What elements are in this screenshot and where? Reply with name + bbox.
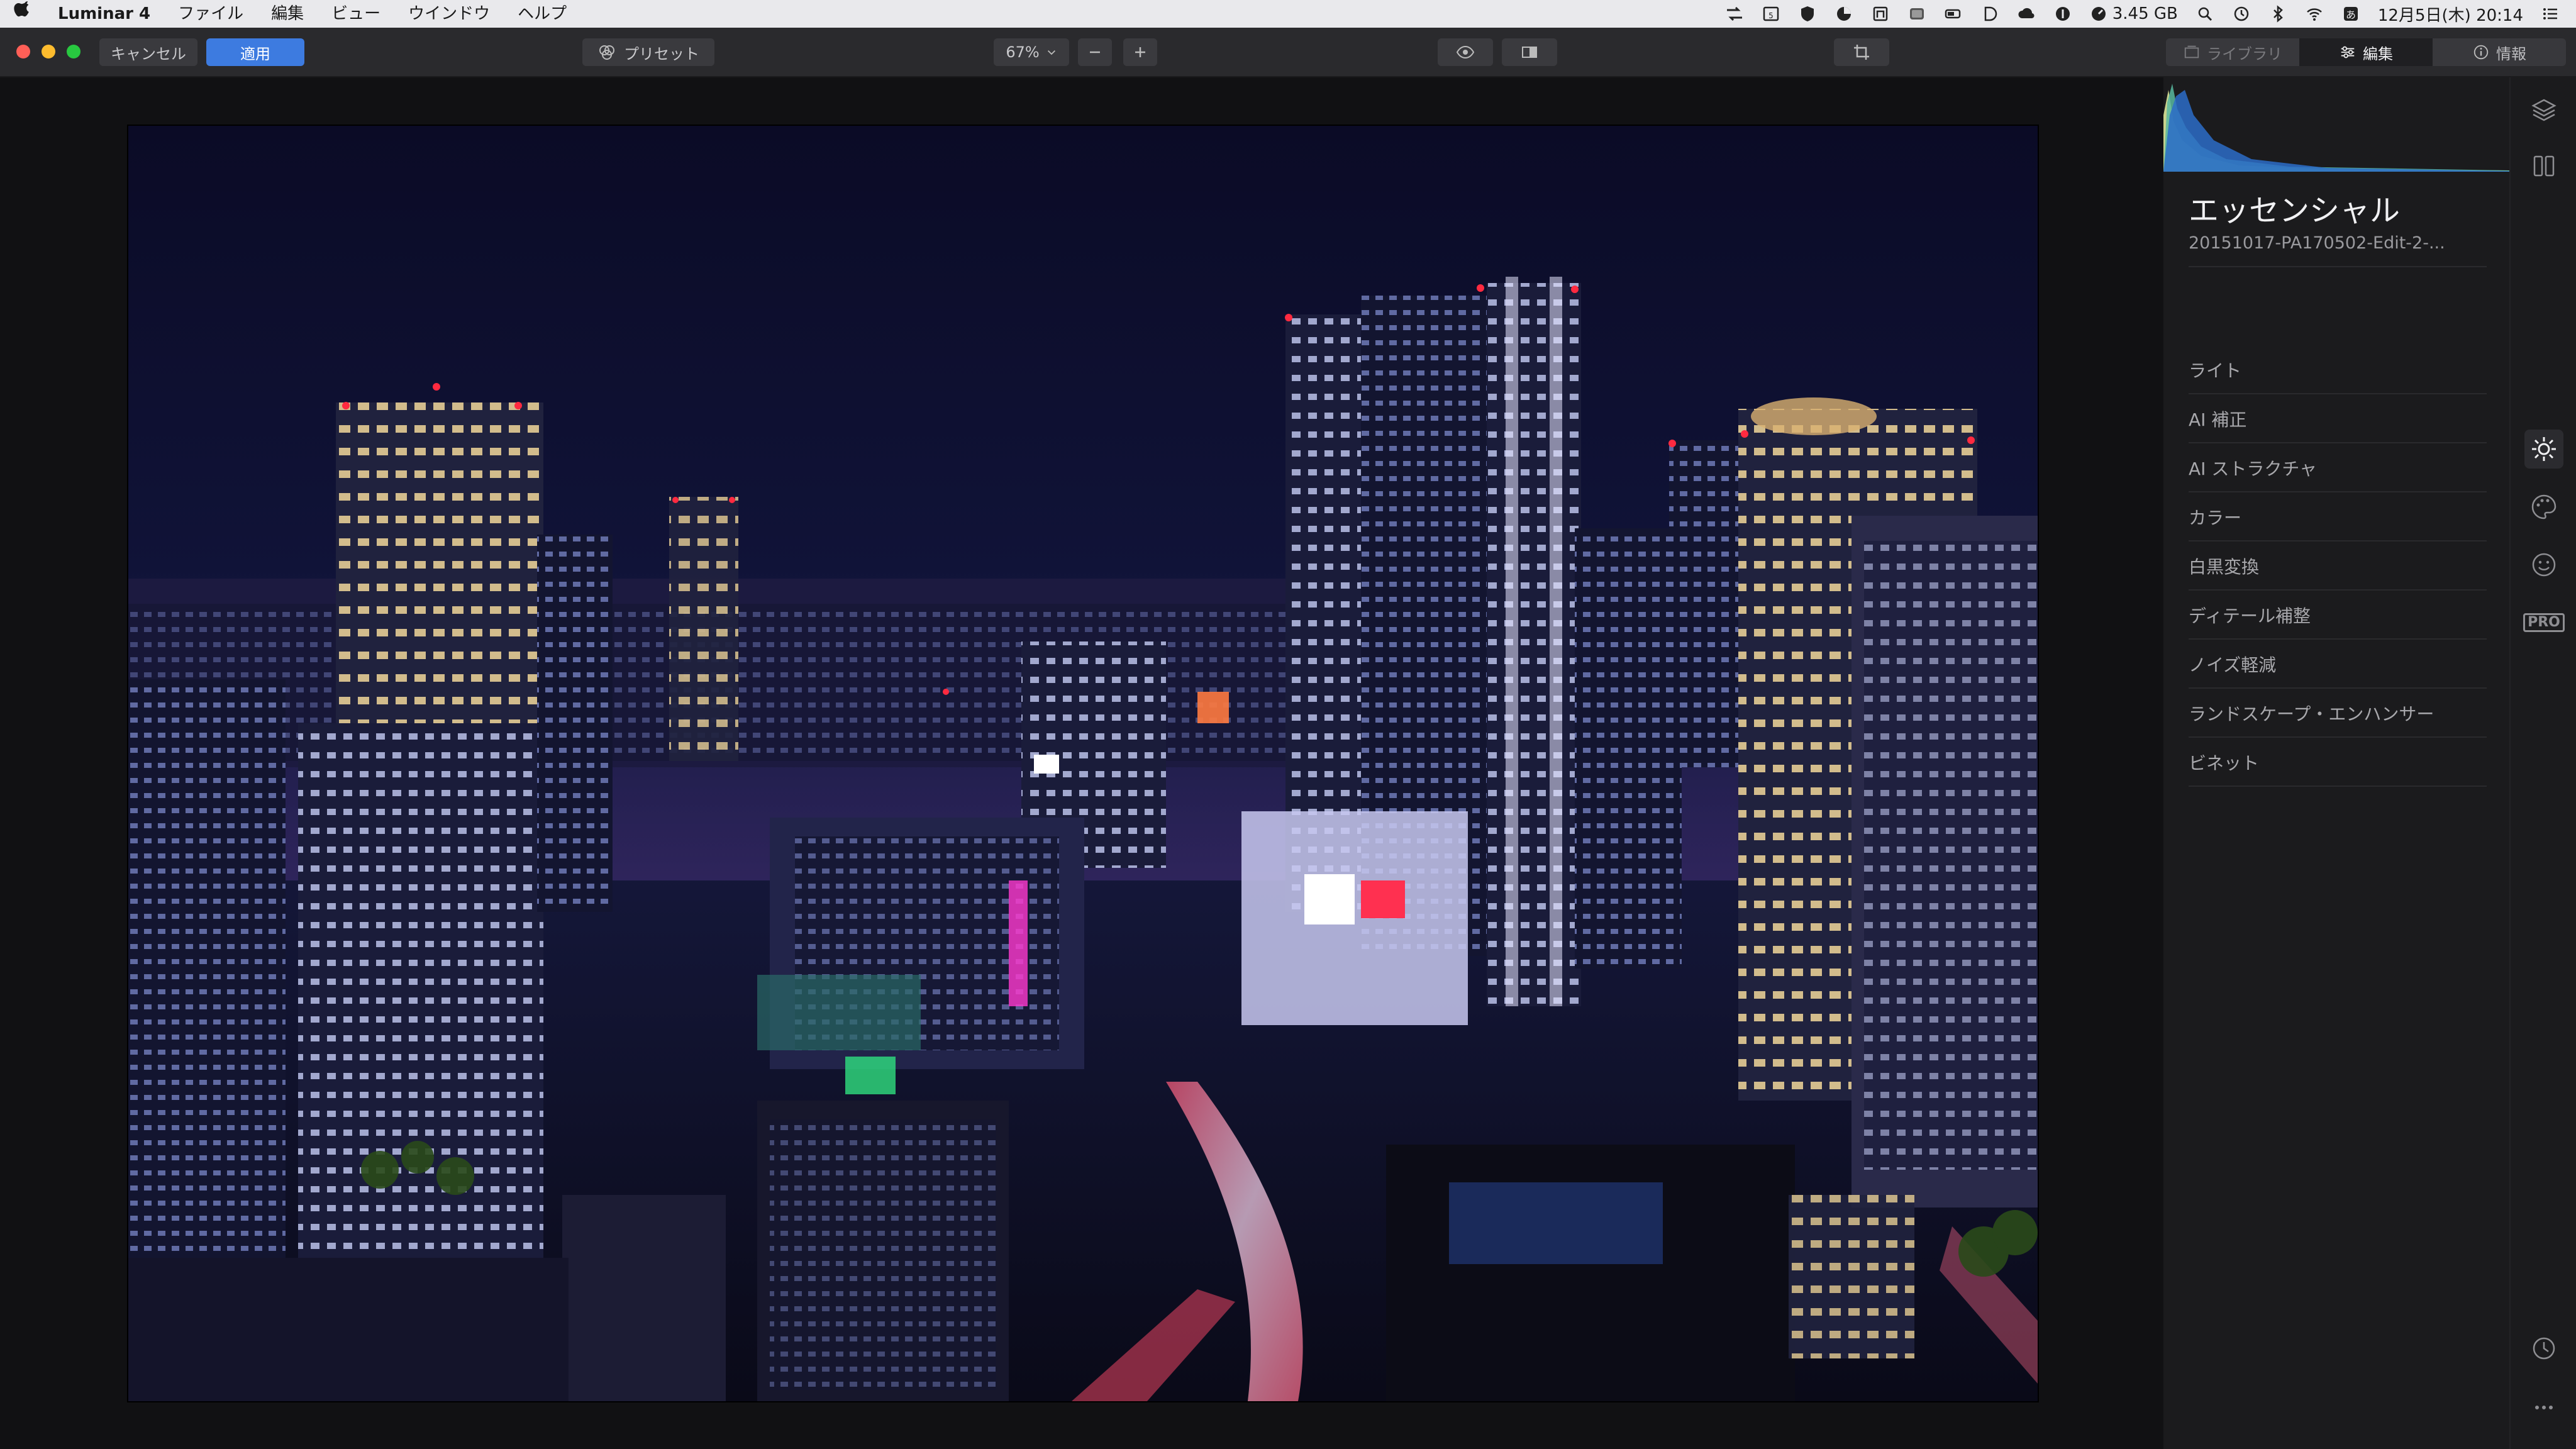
crop-button[interactable] — [1834, 38, 1889, 66]
tab-edit[interactable]: 編集 — [2299, 38, 2433, 66]
crop-icon — [1854, 45, 1869, 60]
tool-vignette[interactable]: ビネット — [2189, 739, 2487, 787]
tab-library-label: ライブラリ — [2207, 45, 2282, 63]
more-dots-icon[interactable] — [2524, 1388, 2563, 1427]
svg-text:5: 5 — [1768, 11, 1774, 20]
canvas-icon[interactable] — [2524, 147, 2563, 186]
compare-icon — [1522, 47, 1537, 58]
file-name: 20151017-PA170502-Edit-2-... — [2189, 233, 2445, 253]
menu-file[interactable]: ファイル — [164, 0, 257, 28]
tray-cloud-icon[interactable] — [2017, 6, 2036, 22]
window-close-button[interactable] — [16, 45, 30, 58]
tray-memory-label[interactable]: 3.45 GB — [2090, 4, 2178, 23]
histogram — [2163, 77, 2509, 172]
preview-toggle-button[interactable] — [1438, 38, 1493, 66]
tool-details-enhancer[interactable]: ディテール補整 — [2189, 592, 2487, 640]
tool-bw-conversion[interactable]: 白黒変換 — [2189, 543, 2487, 591]
window-minimize-button[interactable] — [42, 45, 55, 58]
menu-bar: Luminar 4 ファイル 編集 ビュー ウインドウ ヘルプ 5 3.45 G… — [0, 0, 2576, 28]
memory-gauge-icon — [2091, 7, 2106, 21]
tray-info-icon[interactable] — [2053, 6, 2072, 22]
minus-icon — [1090, 51, 1100, 53]
creative-palette-icon[interactable] — [2524, 487, 2563, 526]
tool-denoise[interactable]: ノイズ軽減 — [2189, 641, 2487, 689]
image-canvas[interactable] — [0, 77, 2163, 1449]
presets-icon — [599, 45, 614, 60]
menu-app-name[interactable]: Luminar 4 — [44, 0, 164, 28]
tray-box-icon[interactable] — [1871, 6, 1890, 22]
tool-landscape-enhancer[interactable]: ランドスケープ・エンハンサー — [2189, 690, 2487, 738]
panel-title: エッセンシャル — [2189, 193, 2401, 228]
tray-calendar-icon[interactable]: 5 — [1762, 6, 1780, 22]
tab-info-label: 情報 — [2496, 45, 2526, 63]
menu-window[interactable]: ウインドウ — [394, 0, 504, 28]
history-clock-icon[interactable] — [2524, 1329, 2563, 1368]
apply-button[interactable]: 適用 — [206, 38, 304, 66]
edit-panel: エッセンシャル 20151017-PA170502-Edit-2-... ライト… — [2163, 77, 2509, 1449]
compare-button[interactable] — [1502, 38, 1557, 66]
divider — [2189, 266, 2487, 267]
tray-search-icon[interactable] — [2196, 6, 2214, 22]
info-icon — [2473, 45, 2489, 60]
zoom-out-button[interactable] — [1078, 38, 1112, 66]
tool-color[interactable]: カラー — [2189, 494, 2487, 541]
zoom-value: 67% — [1006, 43, 1040, 61]
library-icon — [2184, 45, 2199, 58]
window-zoom-button[interactable] — [67, 45, 80, 58]
tray-bluetooth-icon[interactable] — [2268, 5, 2287, 23]
eye-icon — [1456, 45, 1475, 59]
toolbar: キャンセル 適用 プリセット 67% ライブラリ 編集 情報 — [0, 28, 2576, 77]
chevron-down-icon — [1047, 50, 1055, 55]
tab-info[interactable]: 情報 — [2433, 38, 2566, 66]
sliders-icon — [2341, 46, 2355, 58]
svg-text:あ: あ — [2346, 9, 2356, 21]
tool-light[interactable]: ライト — [2189, 347, 2487, 394]
clock[interactable]: 12月5日(木) 20:14 — [2378, 3, 2523, 26]
pro-badge: PRO — [2523, 613, 2565, 632]
tool-category-rail: PRO — [2509, 77, 2576, 1449]
plus-icon — [1135, 47, 1145, 57]
zoom-select[interactable]: 67% — [994, 38, 1069, 66]
tray-input-method-icon[interactable]: あ — [2341, 6, 2360, 22]
tray-pie-icon[interactable] — [1835, 6, 1853, 22]
tray-time-machine-icon[interactable] — [2232, 6, 2251, 22]
tray-d-icon[interactable] — [1980, 6, 1999, 22]
notification-center-icon[interactable] — [2541, 6, 2560, 22]
portrait-face-icon[interactable] — [2524, 545, 2563, 584]
tab-library[interactable]: ライブラリ — [2166, 38, 2299, 66]
menu-help[interactable]: ヘルプ — [504, 0, 580, 28]
layers-icon[interactable] — [2524, 91, 2563, 130]
memory-value: 3.45 GB — [2112, 4, 2178, 23]
tray-shield-icon[interactable] — [1798, 6, 1817, 22]
essentials-sun-icon[interactable] — [2524, 430, 2563, 469]
night-city-photo — [128, 126, 2038, 1401]
pro-tools-button[interactable]: PRO — [2523, 603, 2565, 642]
tray-battery-icon[interactable] — [1944, 6, 1963, 22]
tray-arrows-icon[interactable] — [1725, 6, 1744, 22]
presets-button[interactable]: プリセット — [582, 38, 714, 66]
tray-disk-icon[interactable] — [1907, 6, 1926, 22]
menu-edit[interactable]: 編集 — [257, 0, 318, 28]
tool-ai-enhance[interactable]: AI 補正 — [2189, 396, 2487, 443]
tool-ai-structure[interactable]: AI ストラクチャ — [2189, 445, 2487, 492]
cancel-button[interactable]: キャンセル — [99, 38, 197, 66]
view-mode-tabs: ライブラリ 編集 情報 — [2166, 38, 2566, 66]
tab-edit-label: 編集 — [2363, 45, 2393, 63]
presets-label: プリセット — [624, 45, 699, 63]
apple-icon[interactable] — [0, 0, 44, 28]
zoom-in-button[interactable] — [1123, 38, 1157, 66]
tray-wifi-icon[interactable] — [2305, 6, 2324, 22]
photo-preview[interactable] — [128, 126, 2038, 1401]
menu-view[interactable]: ビュー — [318, 0, 394, 28]
